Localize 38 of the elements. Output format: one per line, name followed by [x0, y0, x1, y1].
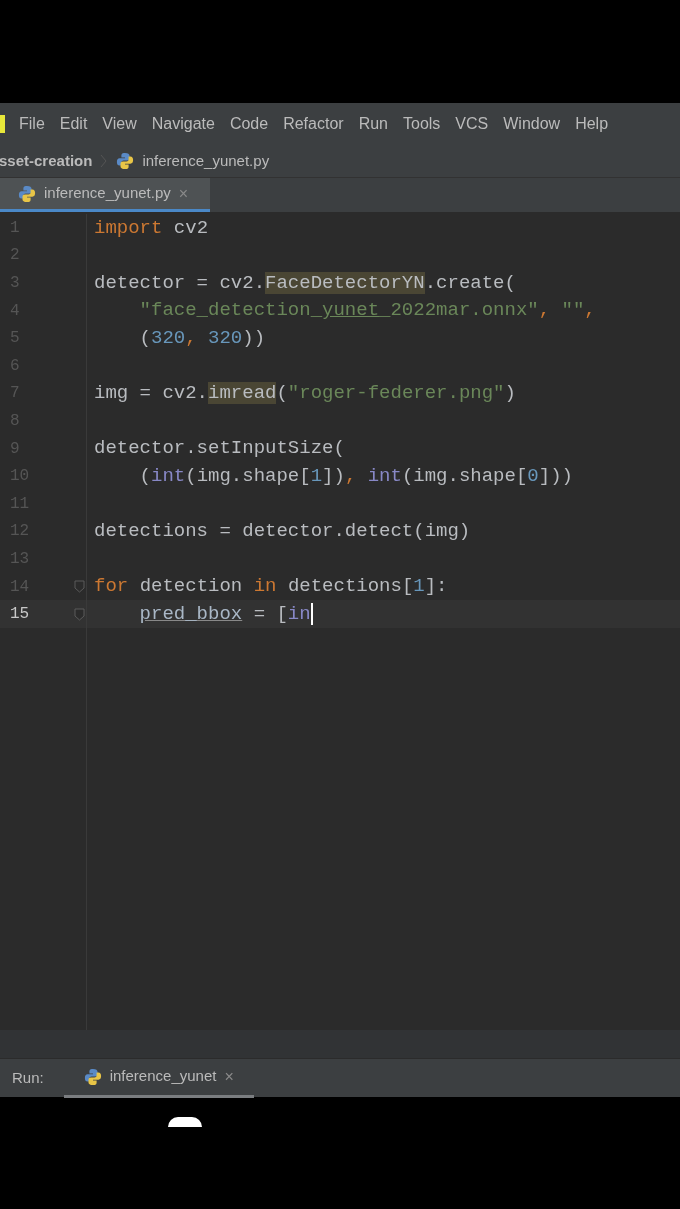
fold-icon[interactable]: [74, 607, 85, 621]
code-line[interactable]: (320, 320)): [94, 323, 266, 353]
code-line[interactable]: import cv2: [94, 213, 209, 243]
breadcrumb-project[interactable]: sset-creation: [0, 149, 93, 173]
menu-item[interactable]: Code: [229, 112, 269, 136]
menu-item[interactable]: Help: [575, 112, 609, 136]
tab-label: inference_yunet: [109, 1066, 217, 1087]
close-icon[interactable]: ×: [224, 1064, 234, 1089]
code-line[interactable]: "face_detection_yunet_2022mar.onnx", "",: [94, 296, 596, 325]
code-line[interactable]: pred_bbox = [in: [94, 599, 311, 629]
breadcrumb-file[interactable]: inference_yunet.py: [142, 149, 270, 173]
python-icon: [18, 184, 36, 203]
run-label: Run:: [12, 1067, 44, 1088]
menu-item[interactable]: File: [19, 112, 45, 136]
editor-tab[interactable]: inference_yunet.py ×: [0, 178, 211, 212]
menu-item[interactable]: Refactor: [283, 112, 344, 136]
home-indicator: [168, 1117, 202, 1127]
python-icon: [83, 1067, 102, 1086]
menu-item[interactable]: Navigate: [151, 112, 215, 136]
tab-label: inference_yunet.py: [44, 183, 171, 204]
menu-item[interactable]: VCS: [455, 112, 489, 136]
code-line[interactable]: for detection in detections[1]:: [94, 572, 448, 601]
code-line[interactable]: detections = detector.detect(img): [94, 517, 471, 546]
code-line[interactable]: detector.setInputSize(: [94, 434, 345, 463]
run-tab[interactable]: inference_yunet ×: [63, 1058, 254, 1098]
menu-item[interactable]: Run: [358, 112, 388, 136]
menu-item[interactable]: Tools: [403, 112, 441, 136]
menu-item[interactable]: Edit: [59, 112, 88, 136]
python-icon: [116, 152, 135, 170]
line-number: 15: [10, 604, 30, 626]
app-icon[interactable]: [0, 115, 5, 133]
menu-item[interactable]: View: [102, 112, 137, 136]
text-cursor: [310, 603, 313, 626]
code-line[interactable]: img = cv2.imread("roger-federer.png"): [94, 379, 516, 408]
menu-item[interactable]: Window: [503, 112, 561, 136]
fold-icon[interactable]: [74, 580, 85, 593]
code-line[interactable]: (int(img.shape[1]), int(img.shape[0])): [94, 461, 573, 491]
code-line[interactable]: detector = cv2.FaceDetectorYN.create(: [94, 268, 516, 298]
